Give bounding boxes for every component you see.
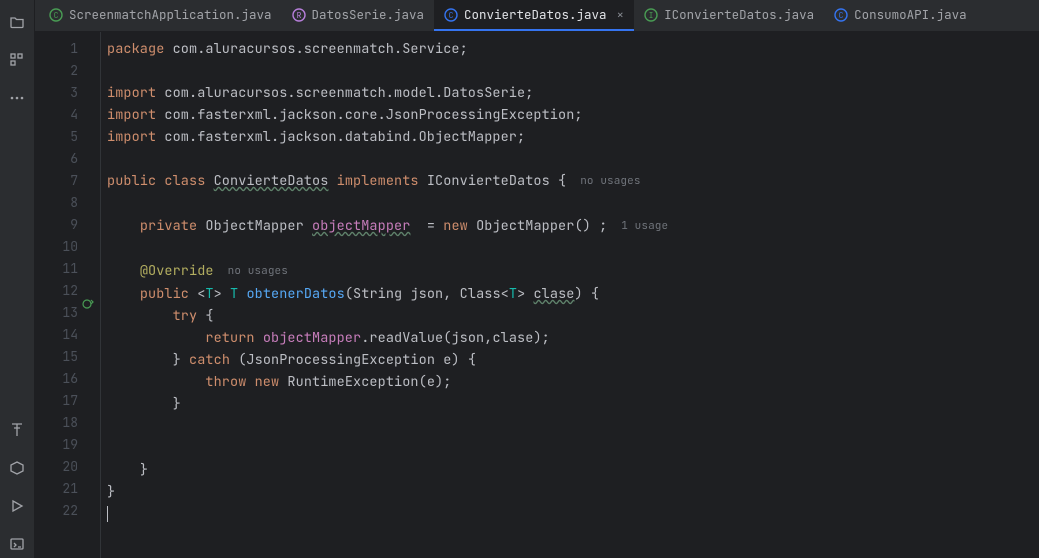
tab-label: IConvierteDatos.java	[664, 6, 814, 23]
structure-icon[interactable]	[3, 46, 31, 74]
svg-text:C: C	[54, 11, 59, 21]
left-toolstrip	[0, 0, 35, 558]
services-icon[interactable]	[3, 454, 31, 482]
tab-conviertedatos[interactable]: C ConvierteDatos.java ×	[434, 0, 634, 31]
implements-marker-icon[interactable]	[82, 296, 95, 318]
project-icon[interactable]	[3, 8, 31, 36]
class-icon: C	[444, 8, 458, 22]
editor: 12345678910111213141516171819202122 pack…	[35, 32, 1039, 558]
editor-tabs: C ScreenmatchApplication.java R DatosSer…	[35, 0, 1039, 32]
gutter-marks	[82, 38, 100, 552]
more-icon[interactable]	[3, 84, 31, 112]
class-icon: C	[49, 8, 63, 22]
code-text[interactable]: package com.aluracursos.screenmatch.Serv…	[100, 32, 1039, 558]
tab-screenmatch[interactable]: C ScreenmatchApplication.java	[39, 0, 282, 31]
class-icon: R	[292, 8, 306, 22]
usages-hint[interactable]: 1 usage	[617, 219, 672, 233]
tab-iconviertedatos[interactable]: I IConvierteDatos.java	[634, 0, 824, 31]
main-area: C ScreenmatchApplication.java R DatosSer…	[35, 0, 1039, 558]
usages-hint[interactable]: no usages	[224, 264, 292, 278]
svg-text:C: C	[449, 11, 454, 21]
tab-consumoapi[interactable]: C ConsumoAPI.java	[824, 0, 977, 31]
line-numbers: 12345678910111213141516171819202122	[35, 38, 82, 552]
class-icon: C	[834, 8, 848, 22]
tab-label: ConsumoAPI.java	[854, 6, 967, 23]
bookmarks-icon[interactable]	[3, 416, 31, 444]
run-icon[interactable]	[3, 492, 31, 520]
svg-text:C: C	[839, 11, 844, 21]
tab-label: DatosSerie.java	[312, 6, 425, 23]
gutter: 12345678910111213141516171819202122	[35, 32, 100, 558]
interface-icon: I	[644, 8, 658, 22]
terminal-icon[interactable]	[3, 530, 31, 558]
caret	[107, 506, 108, 522]
svg-text:R: R	[296, 11, 301, 21]
usages-hint[interactable]: no usages	[576, 174, 644, 188]
tab-datosserie[interactable]: R DatosSerie.java	[282, 0, 435, 31]
tab-label: ConvierteDatos.java	[464, 6, 607, 23]
svg-text:I: I	[649, 11, 654, 21]
tab-label: ScreenmatchApplication.java	[69, 6, 272, 23]
close-icon[interactable]: ×	[617, 6, 625, 23]
